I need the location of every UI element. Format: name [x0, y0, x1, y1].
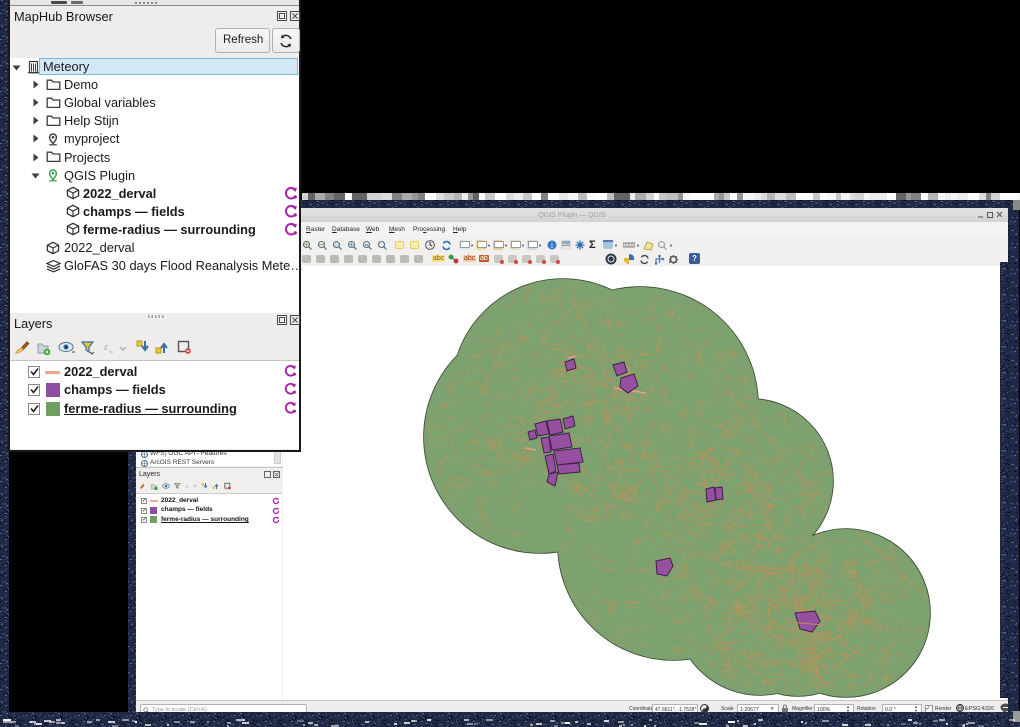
svg-text:ε: ε — [186, 484, 189, 490]
svg-text:ε: ε — [104, 341, 109, 353]
